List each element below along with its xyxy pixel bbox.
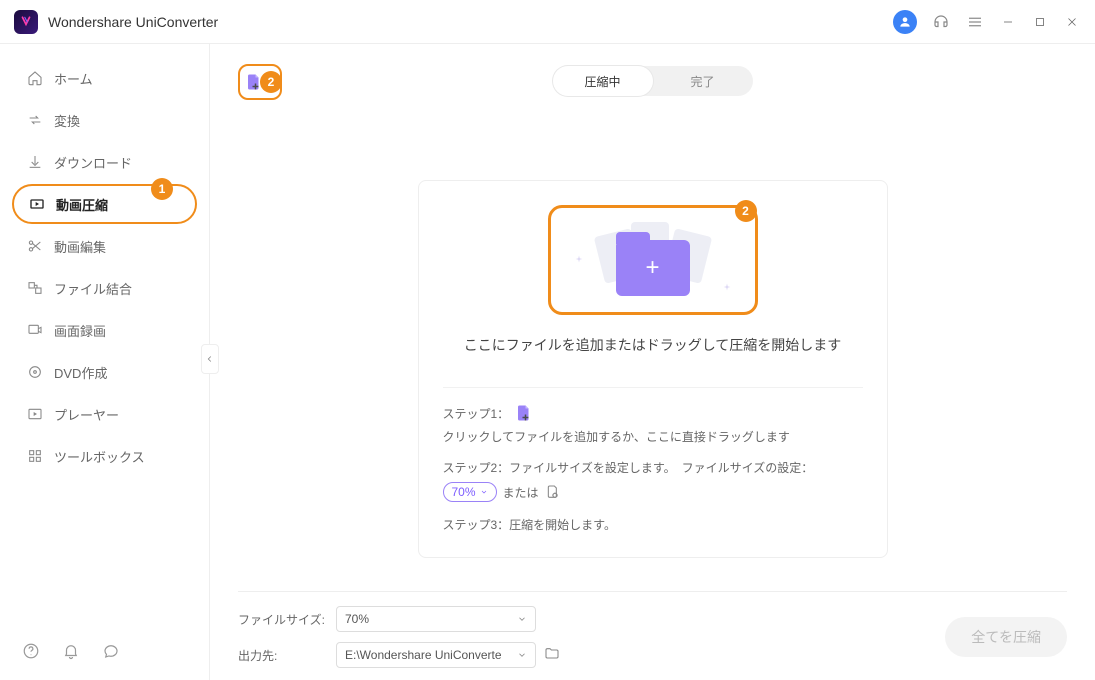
sidebar-item-label: 画面録画 <box>54 321 106 340</box>
drop-area: + 2 ここにファイルを追加またはドラッグして圧縮を開始します <box>443 199 863 369</box>
minimize-button[interactable] <box>999 13 1017 31</box>
step-label: ステップ2：ファイルサイズを設定します。 <box>443 459 676 476</box>
open-folder-button[interactable] <box>544 646 562 664</box>
step-text: ファイルサイズの設定： <box>682 459 814 476</box>
sidebar-item-edit[interactable]: 動画編集 <box>12 226 197 266</box>
merge-icon <box>26 279 44 297</box>
download-icon <box>26 153 44 171</box>
disc-icon <box>26 363 44 381</box>
maximize-button[interactable] <box>1031 13 1049 31</box>
sidebar-item-label: 動画編集 <box>54 237 106 256</box>
callout-badge: 1 <box>151 178 173 200</box>
callout-badge: 2 <box>260 71 282 93</box>
output-label: 出力先: <box>238 647 328 664</box>
titlebar: Wondershare UniConverter <box>0 0 1095 44</box>
sidebar-item-label: ファイル結合 <box>54 279 132 298</box>
sidebar-item-toolbox[interactable]: ツールボックス <box>12 436 197 476</box>
output-path-select[interactable]: E:\Wondershare UniConverte <box>336 642 536 668</box>
step-text: クリックしてファイルを追加するか、ここに直接ドラッグします <box>443 428 790 445</box>
compress-all-button[interactable]: 全てを圧縮 <box>945 617 1067 657</box>
play-icon <box>26 405 44 423</box>
content: 2 圧縮中 完了 + 2 <box>210 44 1095 680</box>
record-icon <box>26 321 44 339</box>
sidebar-item-label: 変換 <box>54 111 80 130</box>
sidebar-item-merge[interactable]: ファイル結合 <box>12 268 197 308</box>
output-path-value: E:\Wondershare UniConverte <box>345 648 502 662</box>
sidebar-item-record[interactable]: 画面録画 <box>12 310 197 350</box>
step-text: または <box>503 484 539 501</box>
sidebar-item-label: 動画圧縮 <box>56 195 108 214</box>
dropzone-card: + 2 ここにファイルを追加またはドラッグして圧縮を開始します ステップ1： ク… <box>418 180 888 558</box>
percent-value: 70% <box>452 485 476 499</box>
plus-icon: + <box>645 254 659 282</box>
compress-icon <box>28 195 46 213</box>
toolbar: 2 圧縮中 完了 <box>238 64 1067 100</box>
app-logo <box>14 10 38 34</box>
sidebar-item-label: ダウンロード <box>54 153 132 172</box>
filesize-select[interactable]: 70% <box>336 606 536 632</box>
home-icon <box>26 69 44 87</box>
step-label: ステップ1： <box>443 405 510 422</box>
grid-icon <box>26 447 44 465</box>
user-avatar[interactable] <box>893 10 917 34</box>
title-actions <box>893 10 1081 34</box>
filesize-value: 70% <box>345 612 369 626</box>
sidebar-collapse-handle[interactable] <box>201 344 219 374</box>
file-add-icon <box>515 404 533 422</box>
step-3: ステップ3：圧縮を開始します。 <box>443 516 863 533</box>
sparkle-icon <box>575 250 583 258</box>
tab-compressing[interactable]: 圧縮中 <box>553 66 653 96</box>
sidebar-item-convert[interactable]: 変換 <box>12 100 197 140</box>
sidebar-item-label: ホーム <box>54 69 93 88</box>
sidebar-item-compress[interactable]: 動画圧縮 1 <box>12 184 197 224</box>
app-title: Wondershare UniConverter <box>48 14 218 30</box>
convert-icon <box>26 111 44 129</box>
sidebar-item-label: DVD作成 <box>54 363 107 382</box>
sidebar-bottom <box>12 642 197 666</box>
drop-target[interactable]: + 2 <box>548 205 758 315</box>
folder-graphic: + <box>593 220 713 300</box>
status-tabs: 圧縮中 完了 <box>553 66 753 96</box>
filesize-label: ファイルサイズ: <box>238 611 328 628</box>
sidebar-item-home[interactable]: ホーム <box>12 58 197 98</box>
step-1: ステップ1： クリックしてファイルを追加するか、ここに直接ドラッグします <box>443 404 863 445</box>
filesize-percent-select[interactable]: 70% <box>443 482 497 502</box>
callout-badge: 2 <box>735 200 757 222</box>
sidebar-item-player[interactable]: プレーヤー <box>12 394 197 434</box>
bell-icon[interactable] <box>62 642 80 660</box>
support-icon[interactable] <box>931 12 951 32</box>
step-2: ステップ2：ファイルサイズを設定します。 ファイルサイズの設定： 70% または <box>443 459 863 502</box>
feedback-icon[interactable] <box>102 642 120 660</box>
bottom-bar: ファイルサイズ: 70% 出力先: E:\Wondershare UniConv… <box>238 591 1067 668</box>
dropzone-text: ここにファイルを追加またはドラッグして圧縮を開始します <box>464 335 842 355</box>
step-text: ステップ3：圧縮を開始します。 <box>443 516 616 533</box>
sidebar-item-label: プレーヤー <box>54 405 119 424</box>
sidebar-item-download[interactable]: ダウンロード <box>12 142 197 182</box>
sidebar: ホーム 変換 ダウンロード 動画圧縮 1 動画編集 ファイル結合 <box>0 44 210 680</box>
close-button[interactable] <box>1063 13 1081 31</box>
settings-file-icon[interactable] <box>545 484 561 500</box>
steps: ステップ1： クリックしてファイルを追加するか、ここに直接ドラッグします ステッ… <box>443 387 863 533</box>
sidebar-item-label: ツールボックス <box>54 447 145 466</box>
scissors-icon <box>26 237 44 255</box>
add-files-button[interactable]: 2 <box>238 64 282 100</box>
tab-done[interactable]: 完了 <box>653 66 753 96</box>
help-icon[interactable] <box>22 642 40 660</box>
sidebar-item-dvd[interactable]: DVD作成 <box>12 352 197 392</box>
sparkle-icon <box>723 278 731 286</box>
menu-icon[interactable] <box>965 12 985 32</box>
